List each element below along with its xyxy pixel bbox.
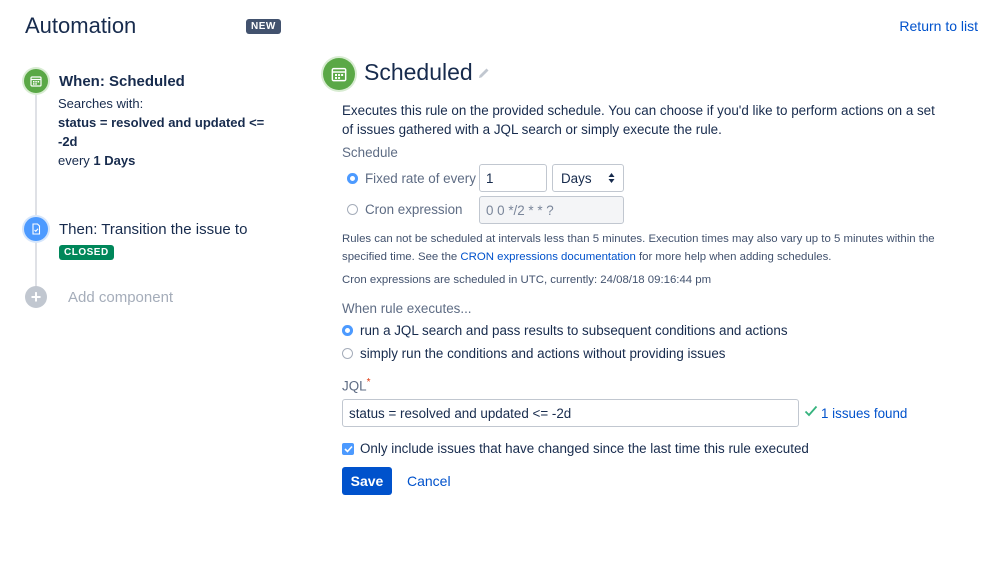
utc-note: Cron expressions are scheduled in UTC, c… <box>342 274 712 286</box>
cron-label: Cron expression <box>365 202 463 217</box>
simple-run-option: simply run the conditions and actions wi… <box>360 346 726 361</box>
cancel-button[interactable]: Cancel <box>407 473 451 489</box>
scheduled-trigger-icon <box>323 58 355 90</box>
trigger-node[interactable] <box>24 69 48 93</box>
jql-search-radio[interactable] <box>342 325 353 336</box>
cron-input[interactable]: 0 0 */2 * * ? <box>479 196 624 224</box>
action-title[interactable]: Then: Transition the issue to <box>59 221 247 238</box>
jql-input[interactable]: status = resolved and updated <= -2d <box>342 399 799 427</box>
checkmark-icon <box>343 445 353 453</box>
rate-unit-value: Days <box>561 170 592 186</box>
cron-radio[interactable] <box>347 204 358 215</box>
select-arrows-icon <box>608 173 615 183</box>
note-part2: for more help when adding schedules. <box>635 251 832 263</box>
required-mark: * <box>366 377 371 388</box>
calendar-icon <box>30 76 42 87</box>
every-prefix: every <box>58 153 94 168</box>
rail-connector <box>35 90 37 295</box>
trigger-query-line1: status = resolved and updated <= <box>58 115 265 130</box>
panel-title: Scheduled <box>364 59 473 85</box>
panel-description: Executes this rule on the provided sched… <box>342 103 935 137</box>
closed-status-badge: CLOSED <box>59 245 114 260</box>
rate-unit-select[interactable]: Days <box>552 164 624 192</box>
action-node[interactable] <box>24 217 48 241</box>
fixed-rate-label: Fixed rate of every <box>365 171 476 186</box>
new-badge: NEW <box>246 19 281 34</box>
trigger-query-line2: -2d <box>58 134 78 149</box>
schedule-label: Schedule <box>342 145 398 160</box>
fixed-rate-radio[interactable] <box>347 173 358 184</box>
jql-label-text: JQL <box>342 378 367 394</box>
schedule-note: Rules can not be scheduled at intervals … <box>342 230 942 266</box>
only-changed-label: Only include issues that have changed si… <box>360 441 809 456</box>
only-changed-checkbox[interactable] <box>342 443 354 455</box>
add-component-icon[interactable]: + <box>25 286 47 308</box>
trigger-frequency: every 1 Days <box>58 153 135 168</box>
return-to-list-link[interactable]: Return to list <box>899 18 978 34</box>
pencil-icon[interactable] <box>477 66 491 80</box>
jql-value: status = resolved and updated <= -2d <box>349 405 572 421</box>
trigger-title[interactable]: When: Scheduled <box>59 73 185 90</box>
fixed-rate-value: 1 <box>486 170 494 186</box>
add-component-link[interactable]: Add component <box>68 289 173 306</box>
save-button[interactable]: Save <box>342 467 392 495</box>
document-icon <box>32 223 41 235</box>
page-title: Automation <box>25 13 137 38</box>
cron-placeholder: 0 0 */2 * * ? <box>486 202 554 218</box>
check-icon <box>804 405 818 417</box>
jql-search-option: run a JQL search and pass results to sub… <box>360 323 788 338</box>
when-rule-executes-label: When rule executes... <box>342 301 472 316</box>
every-value: 1 Days <box>93 153 136 168</box>
calendar-icon <box>331 67 347 82</box>
cron-docs-link[interactable]: CRON expressions documentation <box>460 251 635 263</box>
simple-run-radio[interactable] <box>342 348 353 359</box>
searches-with-label: Searches with: <box>58 96 144 111</box>
jql-label: JQL* <box>342 377 370 393</box>
fixed-rate-input[interactable]: 1 <box>479 164 547 192</box>
issues-found-link[interactable]: 1 issues found <box>821 406 907 421</box>
